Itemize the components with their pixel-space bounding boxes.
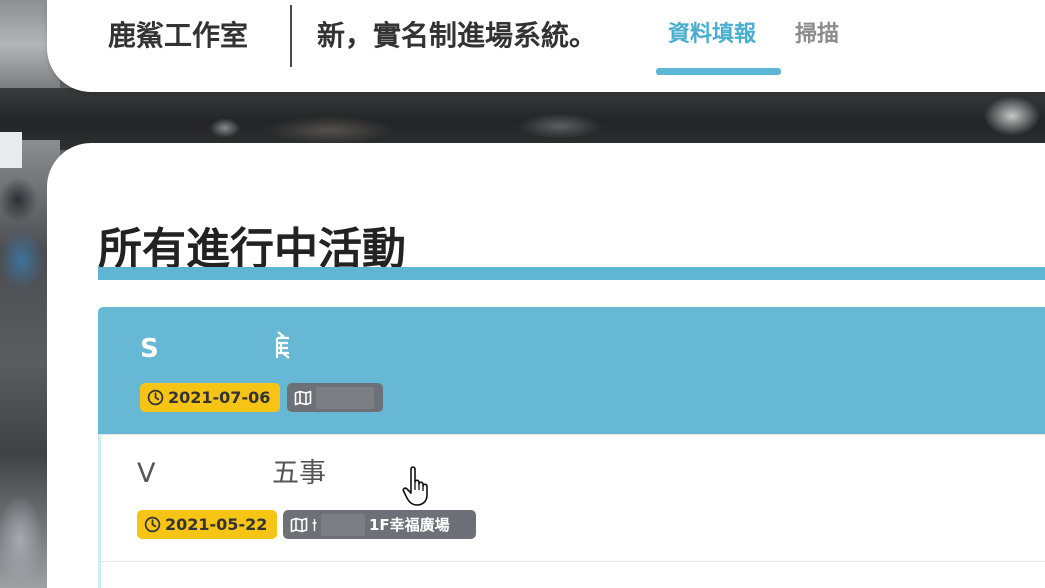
event-title: V 五事	[137, 455, 326, 493]
event-list: S 2021-07-06 V 五事 2021-05-22 1F幸福廣場	[98, 307, 1045, 588]
active-tab-indicator	[656, 68, 781, 75]
event-date: 2021-07-06	[168, 388, 271, 407]
events-card: 所有進行中活動 S 2021-07-06 V 五事 2021-05-22 1F幸…	[47, 143, 1045, 588]
date-badge: 2021-07-06	[140, 383, 280, 412]
brand-divider	[290, 5, 292, 67]
date-badge: 2021-05-22	[137, 510, 277, 539]
event-date: 2021-05-22	[165, 515, 268, 534]
event-title: S	[140, 330, 291, 369]
background-photo-highlight	[0, 132, 22, 168]
location-badge: 1F幸福廣場	[283, 510, 476, 539]
event-badges: 2021-07-06	[140, 383, 383, 412]
obscured-title-fragment	[275, 330, 291, 369]
clock-icon	[147, 389, 164, 406]
title-accent-bar	[98, 267, 1045, 280]
obscured-location	[321, 513, 365, 536]
site-subtitle: 新，實名制進場系統。	[317, 19, 598, 52]
brand-name[interactable]: 鹿鯊工作室	[108, 16, 248, 56]
background-photo-band	[0, 88, 1045, 150]
obscured-location-fragment	[312, 518, 317, 531]
obscured-location	[316, 386, 374, 409]
event-location: 1F幸福廣場	[369, 516, 450, 534]
event-badges: 2021-05-22 1F幸福廣場	[137, 510, 476, 539]
event-item[interactable]	[101, 562, 1045, 588]
event-title-start: V	[137, 458, 156, 489]
location-badge	[287, 383, 383, 412]
tab-scan[interactable]: 掃描	[795, 20, 839, 50]
map-icon	[290, 517, 308, 532]
event-item-selected[interactable]: S 2021-07-06	[98, 307, 1045, 435]
tab-data-entry[interactable]: 資料填報	[668, 20, 756, 50]
event-item[interactable]: V 五事 2021-05-22 1F幸福廣場	[101, 435, 1045, 562]
event-title-start: S	[140, 334, 159, 364]
map-icon	[294, 390, 312, 405]
clock-icon	[144, 516, 161, 533]
top-navbar: 鹿鯊工作室 新，實名制進場系統。 資料填報 掃描	[47, 0, 1045, 92]
event-title-end: 五事	[272, 458, 326, 489]
